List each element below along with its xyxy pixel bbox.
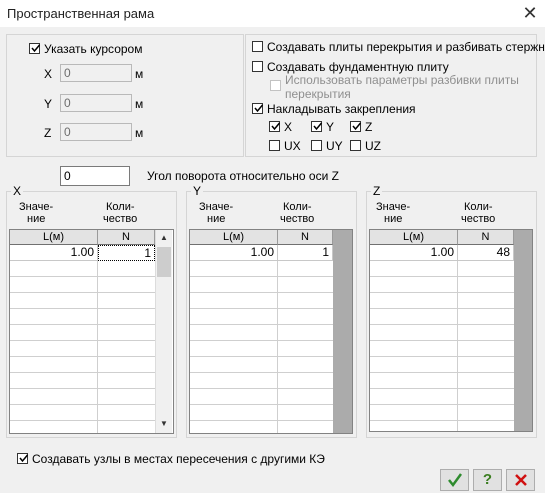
- rotation-label: Угол поворота относительно оси Z: [147, 169, 339, 183]
- check-icon: [448, 473, 463, 488]
- restraint-z-checkbox[interactable]: [350, 121, 362, 132]
- restraint-uz-checkbox[interactable]: [350, 140, 361, 151]
- table-x-count-label-1: Коли-: [106, 201, 135, 213]
- restraint-uy-label: UY: [326, 139, 343, 153]
- field-y-unit: м: [135, 97, 144, 111]
- field-x-input[interactable]: 0: [60, 64, 132, 82]
- help-icon: ?: [482, 471, 493, 488]
- check-icon: [271, 122, 281, 131]
- table-y-value-label-2: ние: [207, 213, 226, 225]
- table-z-gridlines: [370, 261, 514, 431]
- check-icon: [19, 454, 29, 463]
- table-x-value-label-2: ние: [27, 213, 46, 225]
- cursor-checkbox[interactable]: [29, 43, 41, 54]
- table-z-value-label-1: Значе-: [376, 201, 411, 213]
- restraint-uy-checkbox[interactable]: [311, 140, 322, 151]
- restraints-label: Накладывать закрепления: [267, 102, 416, 116]
- scroll-down-icon[interactable]: ▼: [156, 416, 172, 432]
- use-params-label-1: Использовать параметры разбивки плиты: [285, 73, 519, 87]
- x-icon: [515, 474, 527, 486]
- restraint-z-label: Z: [365, 120, 373, 134]
- table-x-col-count[interactable]: N: [98, 230, 155, 245]
- field-x-unit: м: [135, 67, 144, 81]
- check-icon: [254, 104, 264, 113]
- table-y-value-label-1: Значе-: [199, 201, 234, 213]
- field-z-label: Z: [44, 126, 52, 140]
- ok-button[interactable]: [440, 469, 469, 491]
- table-z-empty-area: [514, 230, 532, 431]
- rotation-input[interactable]: 0: [60, 166, 130, 186]
- table-y-grid[interactable]: L(м) N 1.00 1: [189, 229, 353, 434]
- table-x-value-label-1: Значе-: [19, 201, 54, 213]
- field-x-label: X: [44, 67, 53, 81]
- nodes-label: Создавать узлы в местах пересечения с др…: [32, 452, 325, 466]
- check-icon: [352, 122, 362, 131]
- table-z-grid[interactable]: L(м) N 1.00 48: [369, 229, 533, 432]
- foundation-checkbox[interactable]: [252, 61, 263, 72]
- nodes-checkbox[interactable]: [17, 453, 29, 464]
- table-y-col-value[interactable]: L(м): [190, 230, 278, 245]
- slabs-checkbox[interactable]: [252, 41, 263, 52]
- table-z-count-label-1: Коли-: [464, 201, 493, 213]
- table-z-count-label-2: чество: [461, 213, 496, 225]
- slabs-label: Создавать плиты перекрытия и разбивать с…: [267, 40, 545, 54]
- restraints-checkbox[interactable]: [252, 103, 264, 114]
- field-z-input[interactable]: 0: [60, 123, 132, 141]
- window-title: Пространственная рама: [7, 6, 155, 21]
- table-y-axis: Y: [191, 184, 204, 198]
- table-x-axis: X: [11, 184, 24, 198]
- field-y-label: Y: [44, 97, 53, 111]
- table-y-count-label-2: чество: [280, 213, 315, 225]
- check-icon: [313, 122, 323, 131]
- restraint-uz-label: UZ: [365, 139, 381, 153]
- restraint-y-checkbox[interactable]: [311, 121, 323, 132]
- table-z-axis: Z: [371, 184, 383, 198]
- scroll-up-icon[interactable]: ▲: [156, 230, 172, 246]
- restraint-x-label: X: [284, 120, 293, 134]
- cancel-button[interactable]: [506, 469, 535, 491]
- restraint-y-label: Y: [326, 120, 335, 134]
- table-z-value-label-2: ние: [384, 213, 403, 225]
- restraint-ux-label: UX: [284, 139, 301, 153]
- table-z-col-count[interactable]: N: [458, 230, 514, 245]
- cursor-checkbox-label: Указать курсором: [44, 42, 143, 56]
- field-y-input[interactable]: 0: [60, 94, 132, 112]
- foundation-label: Создавать фундаментную плиту: [267, 60, 449, 74]
- restraint-x-checkbox[interactable]: [269, 121, 281, 132]
- table-y-gridlines: [190, 261, 333, 433]
- table-x-gridlines: [10, 261, 155, 433]
- table-x-count-label-2: чество: [103, 213, 138, 225]
- scroll-thumb[interactable]: [157, 247, 171, 277]
- table-z-col-value[interactable]: L(м): [370, 230, 458, 245]
- field-z-unit: м: [135, 126, 144, 140]
- table-x-grid[interactable]: L(м) N 1.00 1 ▲ ▼: [9, 229, 174, 434]
- table-y-empty-area: [333, 230, 352, 433]
- table-x-col-value[interactable]: L(м): [10, 230, 98, 245]
- table-x-scrollbar[interactable]: ▲ ▼: [155, 230, 172, 433]
- table-y-col-count[interactable]: N: [278, 230, 333, 245]
- restraint-ux-checkbox[interactable]: [269, 140, 280, 151]
- close-icon[interactable]: ✕: [519, 2, 541, 24]
- check-icon: [31, 44, 41, 53]
- table-y-count-label-1: Коли-: [283, 201, 312, 213]
- help-button[interactable]: ?: [473, 469, 502, 491]
- use-params-checkbox[interactable]: [270, 80, 281, 91]
- use-params-label-2: перекрытия: [285, 87, 351, 101]
